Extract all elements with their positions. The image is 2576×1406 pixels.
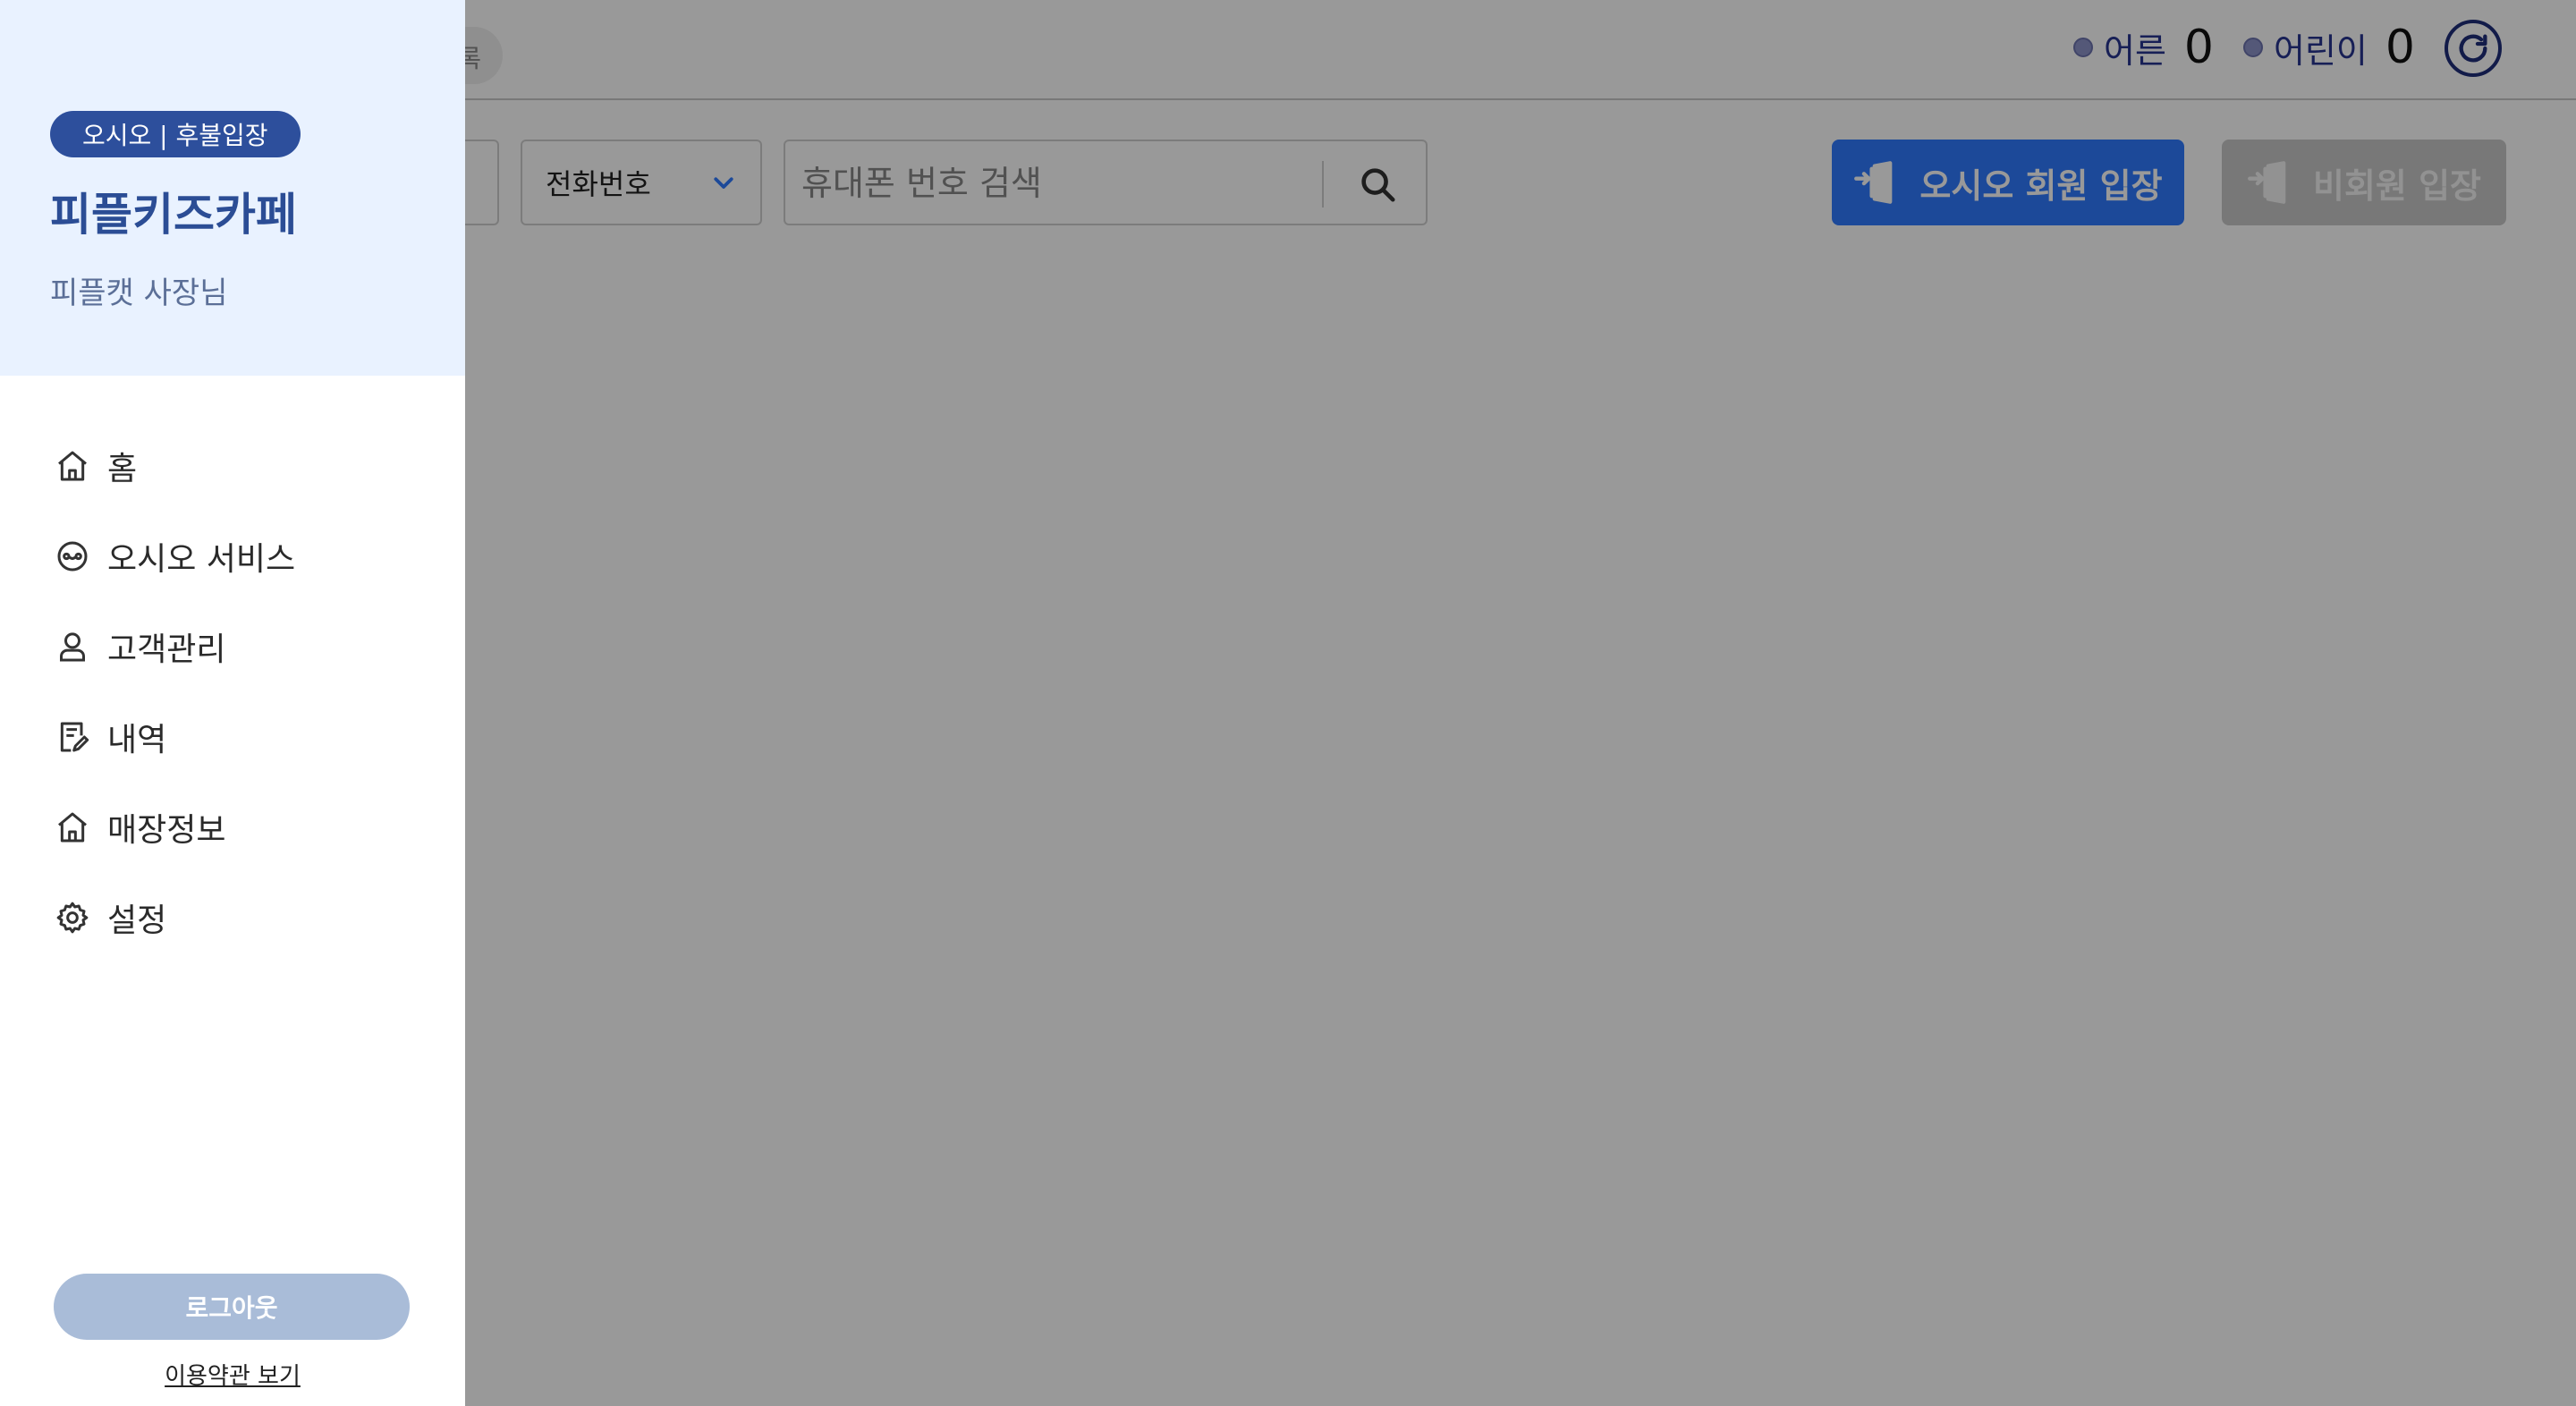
store-icon: [54, 809, 91, 846]
menu-item-label: 설정: [107, 902, 167, 939]
menu-item-history[interactable]: 내역: [0, 691, 465, 782]
history-icon: [54, 718, 91, 756]
menu-item-label: 홈: [107, 450, 138, 487]
menu-item-home[interactable]: 홈: [0, 420, 465, 511]
menu-item-store-info[interactable]: 매장정보: [0, 782, 465, 872]
owner-name: 피플캣 사장님: [50, 275, 228, 311]
user-icon: [54, 628, 91, 665]
service-icon: [54, 538, 91, 575]
store-name: 피플키즈카페: [50, 189, 297, 241]
menu-item-label: 오시오 서비스: [107, 540, 296, 578]
side-drawer: 오시오 | 후불입장 피플키즈카페 피플캣 사장님 홈 오시오 서비스 고객관리…: [0, 0, 465, 1406]
menu-item-label: 내역: [107, 721, 167, 758]
menu-item-label: 매장정보: [107, 811, 226, 849]
gear-icon: [54, 899, 91, 936]
entry-mode-badge: 오시오 | 후불입장: [50, 111, 301, 157]
drawer-menu: 홈 오시오 서비스 고객관리 내역 매장정보 설정: [0, 420, 465, 962]
menu-item-label: 고객관리: [107, 631, 226, 668]
terms-link[interactable]: 이용약관 보기: [0, 1358, 465, 1391]
menu-item-customers[interactable]: 고객관리: [0, 601, 465, 691]
menu-item-settings[interactable]: 설정: [0, 872, 465, 962]
logout-button[interactable]: 로그아웃: [54, 1274, 410, 1340]
home-icon: [54, 447, 91, 485]
menu-item-service[interactable]: 오시오 서비스: [0, 511, 465, 601]
drawer-header: 오시오 | 후불입장 피플키즈카페 피플캣 사장님: [0, 0, 465, 376]
